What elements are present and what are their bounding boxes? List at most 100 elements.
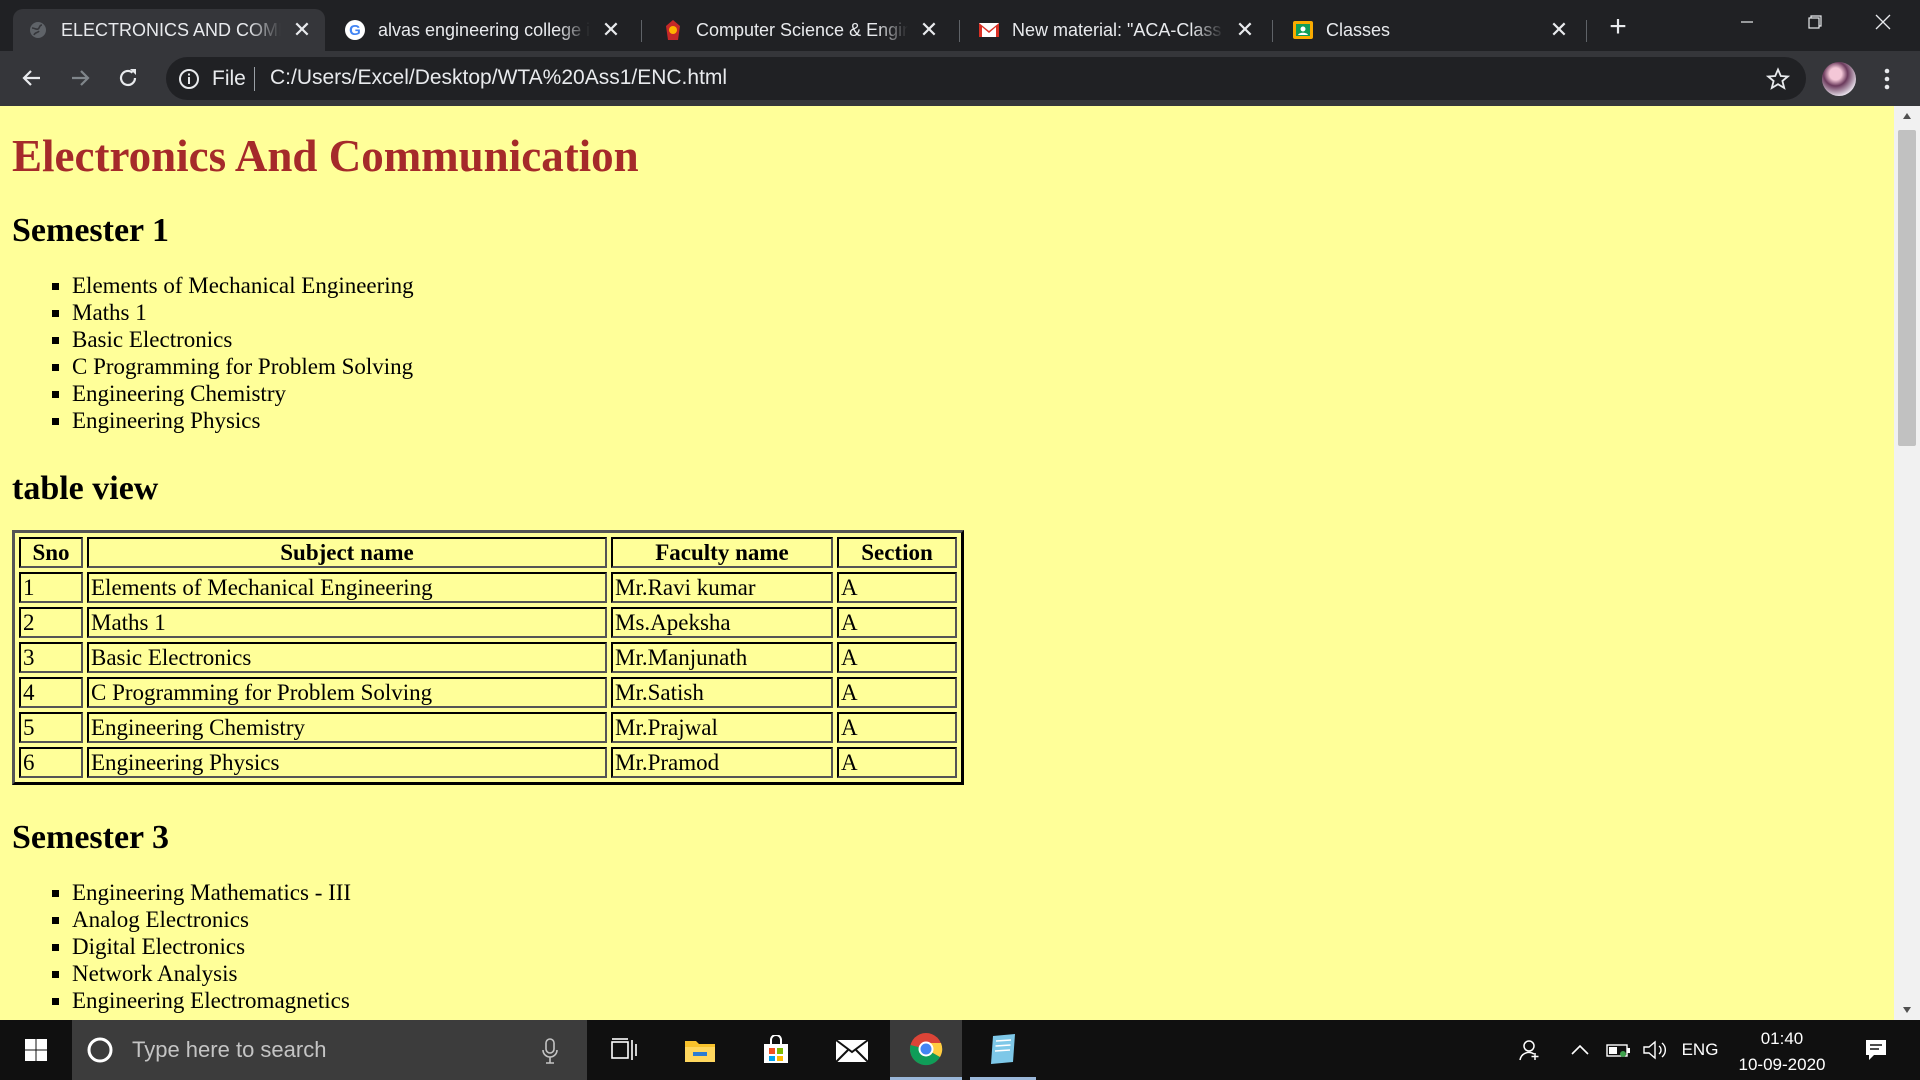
task-view-icon <box>611 1038 637 1060</box>
mail-button[interactable] <box>824 1020 880 1080</box>
more-vert-icon <box>1884 68 1890 90</box>
site-info-button[interactable]: File <box>178 67 246 91</box>
cell-subject: Engineering Physics <box>87 747 607 778</box>
address-separator <box>254 67 255 91</box>
scroll-up-arrow-icon[interactable] <box>1894 106 1920 126</box>
reload-button[interactable] <box>110 60 146 96</box>
chrome-logo-icon <box>909 1032 943 1065</box>
tab-electronics[interactable]: ELECTRONICS AND COMMUNICATION ✕ <box>13 9 325 51</box>
close-icon <box>1875 14 1891 30</box>
speaker-icon <box>1643 1040 1666 1060</box>
semester-1-subject-list: Elements of Mechanical Engineering Maths… <box>12 272 1882 434</box>
classroom-icon <box>1292 19 1314 41</box>
column-header-sno: Sno <box>19 537 83 568</box>
page-content: Electronics And Communication Semester 1… <box>0 106 1894 1020</box>
close-window-button[interactable] <box>1852 0 1914 44</box>
site-info-label: File <box>212 67 246 90</box>
table-row: 5 Engineering Chemistry Mr.Prajwal A <box>19 712 957 743</box>
list-item: Elements of Mechanical Engineering <box>72 272 1882 299</box>
scrollbar-thumb[interactable] <box>1898 130 1916 446</box>
tab-gmail[interactable]: New material: "ACA-Class 3 ✕ <box>964 9 1268 51</box>
tab-title: New material: "ACA-Class 3 <box>1012 19 1224 40</box>
semester-3-heading: Semester 3 <box>12 819 170 856</box>
close-tab-icon[interactable]: ✕ <box>289 17 315 43</box>
close-tab-icon[interactable]: ✕ <box>1546 17 1572 43</box>
forward-button[interactable] <box>62 60 98 96</box>
list-item: Analog Electronics <box>72 906 1882 933</box>
close-tab-icon[interactable]: ✕ <box>916 17 942 43</box>
svg-text:G: G <box>349 22 361 39</box>
search-input[interactable]: Type here to search <box>132 1020 326 1080</box>
cell-faculty: Mr.Ravi kumar <box>611 572 833 603</box>
cell-subject: C Programming for Problem Solving <box>87 677 607 708</box>
close-tab-icon[interactable]: ✕ <box>1232 17 1258 43</box>
taskbar-clock[interactable]: 01:40 10-09-2020 <box>1732 1026 1832 1078</box>
tab-classes[interactable]: Classes ✕ <box>1278 9 1582 51</box>
tab-separator <box>1272 20 1273 42</box>
close-tab-icon[interactable]: ✕ <box>598 17 624 43</box>
cell-sno: 6 <box>19 747 83 778</box>
cell-sno: 2 <box>19 607 83 638</box>
subject-faculty-table: Sno Subject name Faculty name Section 1 … <box>12 530 964 785</box>
chrome-taskbar-button[interactable] <box>890 1020 962 1080</box>
column-header-faculty: Faculty name <box>611 537 833 568</box>
star-icon <box>1766 67 1790 90</box>
back-arrow-icon <box>22 70 40 86</box>
volume-button[interactable] <box>1640 1020 1670 1080</box>
minimize-icon <box>1741 21 1753 23</box>
cell-faculty: Mr.Prajwal <box>611 712 833 743</box>
cell-section: A <box>837 607 957 638</box>
vertical-scrollbar[interactable] <box>1894 106 1920 1020</box>
gmail-icon <box>978 19 1000 41</box>
cell-subject: Maths 1 <box>87 607 607 638</box>
list-item: Basic Electronics <box>72 326 1882 353</box>
show-hidden-icons-button[interactable] <box>1566 1020 1594 1080</box>
list-item: Engineering Physics <box>72 407 1882 434</box>
scroll-down-arrow-icon[interactable] <box>1894 1000 1920 1020</box>
table-view-heading: table view <box>12 470 159 507</box>
windows-taskbar: Type here to search ENG 01:40 10-09-2020 <box>0 1020 1920 1080</box>
new-tab-button[interactable]: + <box>1600 9 1636 45</box>
forward-arrow-icon <box>72 70 90 86</box>
cell-faculty: Mr.Pramod <box>611 747 833 778</box>
profile-avatar[interactable] <box>1822 62 1856 96</box>
cell-section: A <box>837 642 957 673</box>
page-title: Electronics And Communication <box>12 131 639 181</box>
cell-section: A <box>837 677 957 708</box>
tab-alvas-images[interactable]: G alvas engineering college images ✕ <box>330 9 634 51</box>
taskbar-search-box[interactable]: Type here to search <box>72 1020 587 1080</box>
cell-sno: 1 <box>19 572 83 603</box>
cell-subject: Basic Electronics <box>87 642 607 673</box>
notepad-icon <box>991 1033 1015 1064</box>
url-text[interactable]: C:/Users/Excel/Desktop/WTA%20Ass1/ENC.ht… <box>270 66 727 90</box>
restore-button[interactable] <box>1784 0 1846 44</box>
file-explorer-button[interactable] <box>672 1020 728 1080</box>
input-language-indicator[interactable]: ENG <box>1680 1020 1720 1080</box>
tab-title: ELECTRONICS AND COMMUNICATION <box>61 19 281 40</box>
cortana-circle-icon <box>86 1036 114 1069</box>
bookmark-star-button[interactable] <box>1764 65 1792 93</box>
back-button[interactable] <box>14 60 50 96</box>
microphone-icon[interactable] <box>542 1038 558 1069</box>
cell-sno: 3 <box>19 642 83 673</box>
chevron-up-icon <box>1571 1044 1589 1055</box>
list-item: C Programming for Problem Solving <box>72 353 1882 380</box>
notepad-taskbar-button[interactable] <box>970 1020 1036 1080</box>
list-item: Network Analysis <box>72 960 1882 987</box>
microsoft-store-button[interactable] <box>748 1020 804 1080</box>
action-center-button[interactable] <box>1848 1020 1904 1080</box>
tab-cse[interactable]: Computer Science & Engineering ✕ <box>648 9 952 51</box>
cell-section: A <box>837 712 957 743</box>
page-viewport: Electronics And Communication Semester 1… <box>0 106 1894 1020</box>
tab-title: alvas engineering college images <box>378 19 590 40</box>
store-bag-icon <box>764 1035 788 1063</box>
tab-title: Computer Science & Engineering <box>696 19 908 40</box>
task-view-button[interactable] <box>596 1020 652 1080</box>
chrome-menu-button[interactable] <box>1870 62 1904 96</box>
battery-indicator[interactable] <box>1604 1020 1634 1080</box>
people-button[interactable] <box>1510 1020 1546 1080</box>
address-bar[interactable]: File C:/Users/Excel/Desktop/WTA%20Ass1/E… <box>166 57 1806 100</box>
minimize-button[interactable] <box>1716 0 1778 44</box>
start-button[interactable] <box>0 1020 72 1080</box>
table-row: 4 C Programming for Problem Solving Mr.S… <box>19 677 957 708</box>
